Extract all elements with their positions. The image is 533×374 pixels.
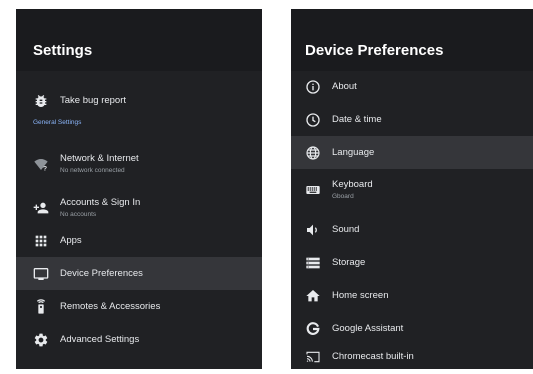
keyboard-label: Keyboard xyxy=(332,179,373,190)
menu-item-google-assistant[interactable]: Google Assistant xyxy=(291,312,533,345)
storage-text: Storage xyxy=(332,257,365,269)
info-icon xyxy=(305,79,321,95)
sidebar-item-device-preferences[interactable]: Device Preferences xyxy=(16,257,262,290)
sidebar-item-advanced[interactable]: Advanced Settings xyxy=(16,323,262,357)
apps-grid-icon xyxy=(33,233,49,249)
device-preferences-header: Device Preferences xyxy=(291,9,533,71)
storage-label: Storage xyxy=(332,256,366,268)
chromecast-label: Chromecast built-in xyxy=(332,351,414,362)
speaker-icon xyxy=(305,222,321,238)
keyboard-text: Keyboard Gboard xyxy=(332,179,373,201)
menu-item-keyboard[interactable]: Keyboard Gboard xyxy=(291,169,533,211)
device-preferences-panel: Device Preferences About Date & time Lan… xyxy=(291,9,533,369)
network-sublabel: No network connected xyxy=(60,167,125,174)
about-text: About xyxy=(332,81,357,93)
language-label: Language xyxy=(332,146,375,158)
home-screen-label: Home screen xyxy=(332,289,389,301)
settings-panel: Settings Take bug report General Setting… xyxy=(16,9,262,369)
advanced-label: Advanced Settings xyxy=(60,334,140,345)
gear-icon xyxy=(33,332,49,348)
device-preferences-label: Device Preferences xyxy=(60,267,143,279)
home-screen-text: Home screen xyxy=(332,290,389,302)
tv-icon xyxy=(33,266,49,282)
menu-item-about[interactable]: About xyxy=(291,71,533,103)
person-add-icon xyxy=(33,200,49,216)
settings-title: Settings xyxy=(33,42,93,59)
remote-icon xyxy=(33,299,49,315)
svg-text:?: ? xyxy=(43,166,47,172)
sidebar-item-network[interactable]: ? Network & Internet No network connecte… xyxy=(16,142,262,186)
menu-item-chromecast[interactable]: Chromecast built-in xyxy=(291,345,533,369)
sidebar-item-apps[interactable]: Apps xyxy=(16,224,262,258)
about-label: About xyxy=(332,81,357,92)
menu-item-sound[interactable]: Sound xyxy=(291,213,533,246)
language-text: Language xyxy=(332,147,374,159)
sound-label: Sound xyxy=(332,223,360,235)
take-bug-report-item[interactable]: Take bug report xyxy=(16,81,262,121)
sound-text: Sound xyxy=(332,224,359,236)
google-assistant-label: Google Assistant xyxy=(332,322,404,334)
apps-label: Apps xyxy=(60,235,82,246)
home-icon xyxy=(305,288,321,304)
wifi-off-icon: ? xyxy=(33,156,49,172)
globe-icon xyxy=(305,145,321,161)
device-preferences-title: Device Preferences xyxy=(305,42,444,59)
menu-item-home-screen[interactable]: Home screen xyxy=(291,279,533,312)
clock-icon xyxy=(305,112,321,128)
bug-report-text: Take bug report xyxy=(60,95,126,107)
date-time-label: Date & time xyxy=(332,113,382,125)
general-settings-header: General Settings xyxy=(33,119,82,126)
advanced-text: Advanced Settings xyxy=(60,334,139,346)
screen: Settings Take bug report General Setting… xyxy=(0,0,533,374)
accounts-label: Accounts & Sign In xyxy=(60,197,141,208)
date-time-text: Date & time xyxy=(332,114,382,126)
accounts-sublabel: No accounts xyxy=(60,211,97,218)
google-g-icon xyxy=(305,321,321,337)
network-label: Network & Internet xyxy=(60,153,139,164)
remotes-text: Remotes & Accessories xyxy=(60,301,160,313)
cast-icon xyxy=(305,349,321,365)
menu-item-storage[interactable]: Storage xyxy=(291,246,533,279)
storage-icon xyxy=(305,255,321,271)
menu-item-language[interactable]: Language xyxy=(291,136,533,169)
network-text: Network & Internet No network connected xyxy=(60,153,139,175)
keyboard-icon xyxy=(305,182,321,198)
google-assistant-text: Google Assistant xyxy=(332,323,403,335)
menu-item-date-time[interactable]: Date & time xyxy=(291,103,533,136)
sidebar-item-remotes[interactable]: Remotes & Accessories xyxy=(16,290,262,324)
settings-header: Settings xyxy=(16,9,262,71)
chromecast-text: Chromecast built-in xyxy=(332,351,414,363)
bug-icon xyxy=(33,93,49,109)
apps-text: Apps xyxy=(60,235,82,247)
remotes-label: Remotes & Accessories xyxy=(60,301,161,312)
device-preferences-text: Device Preferences xyxy=(60,268,143,280)
keyboard-sublabel: Gboard xyxy=(332,193,354,200)
bug-report-label: Take bug report xyxy=(60,95,127,106)
accounts-text: Accounts & Sign In No accounts xyxy=(60,197,140,219)
